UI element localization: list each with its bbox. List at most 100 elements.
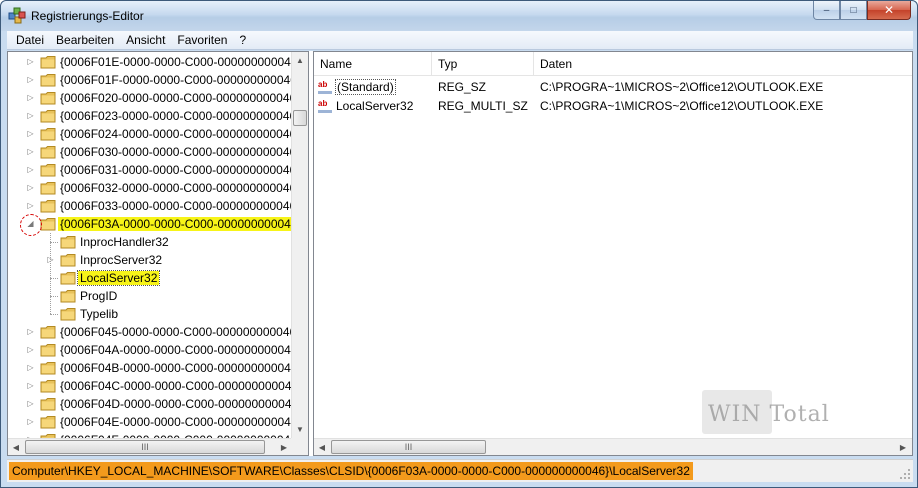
tree-vertical-scroll-thumb[interactable] — [293, 110, 307, 126]
folder-icon — [60, 271, 76, 285]
tree-node-label: {0006F04B-0000-0000-C000-000000000046} — [60, 361, 302, 375]
tree-node-label: {0006F04D-0000-0000-C000-000000000046} — [60, 397, 303, 411]
close-button[interactable]: ✕ — [867, 1, 911, 20]
tree-node-label: {0006F04E-0000-0000-C000-000000000046} — [60, 415, 302, 429]
tree-connector — [50, 296, 58, 297]
tree-node-label: {0006F04C-0000-0000-C000-000000000046} — [60, 379, 303, 393]
tree-node[interactable]: ▷ {0006F045-0000-0000-C000-000000000046} — [8, 323, 300, 341]
column-type[interactable]: Typ — [432, 52, 534, 76]
tree-node-label: {0006F024-0000-0000-C000-000000000046} — [60, 127, 301, 141]
expand-arrow-icon[interactable]: ▷ — [26, 183, 35, 193]
annotation-circle — [20, 214, 42, 236]
tree-node[interactable]: ▷ {0006F020-0000-0000-C000-000000000046} — [8, 89, 300, 107]
status-bar: Computer\HKEY_LOCAL_MACHINE\SOFTWARE\Cla… — [7, 459, 913, 482]
tree-node[interactable]: ▷ {0006F030-0000-0000-C000-000000000046} — [8, 143, 300, 161]
registry-editor-icon — [8, 7, 26, 25]
wintotal-watermark: WIN Total — [702, 390, 842, 434]
tree-vertical-scrollbar[interactable]: ▲ ▼ — [291, 52, 308, 438]
scroll-right-arrow-icon[interactable]: ▶ — [895, 439, 911, 455]
tree-node-label: {0006F030-0000-0000-C000-000000000046} — [60, 145, 301, 159]
tree-node[interactable]: ▷ {0006F04A-0000-0000-C000-000000000046} — [8, 341, 301, 359]
tree-node-label: {0006F033-0000-0000-C000-000000000046} — [60, 199, 301, 213]
expand-arrow-icon[interactable]: ▷ — [26, 399, 35, 409]
resize-grip-icon[interactable] — [899, 468, 911, 480]
expand-arrow-icon[interactable]: ▷ — [26, 165, 35, 175]
expand-arrow-icon[interactable]: ▷ — [26, 147, 35, 157]
expand-arrow-icon[interactable]: ▷ — [26, 363, 35, 373]
title-bar[interactable]: Registrierungs-Editor ‒ □ ✕ — [1, 1, 917, 31]
folder-icon — [40, 181, 56, 195]
tree-node-label: ProgID — [80, 289, 118, 303]
folder-icon — [60, 307, 76, 321]
menu-ansicht[interactable]: Ansicht — [120, 33, 171, 47]
window-title: Registrierungs-Editor — [31, 9, 144, 23]
tree-node[interactable]: ▷ {0006F023-0000-0000-C000-000000000046} — [8, 107, 300, 125]
expand-arrow-icon[interactable]: ▷ — [26, 129, 35, 139]
list-horizontal-scrollbar[interactable]: ◀ III ▶ — [314, 438, 912, 455]
tree-node[interactable]: ▷ {0006F01E-0000-0000-C000-000000000046} — [8, 53, 301, 71]
menu-datei[interactable]: Datei — [10, 33, 50, 47]
list-horizontal-scroll-thumb[interactable]: III — [331, 440, 486, 454]
expand-arrow-icon[interactable]: ▷ — [26, 57, 35, 67]
value-row[interactable]: ab (Standard) REG_SZ C:\PROGRA~1\MICROS~… — [314, 78, 912, 97]
tree-node[interactable]: ▷ {0006F04E-0000-0000-C000-000000000046} — [8, 413, 301, 431]
scrollbar-corner — [291, 438, 308, 455]
expand-arrow-icon[interactable]: ▷ — [26, 345, 35, 355]
tree-node-label: {0006F020-0000-0000-C000-000000000046} — [60, 91, 301, 105]
tree-node-label: {0006F023-0000-0000-C000-000000000046} — [60, 109, 301, 123]
key-tree-pane[interactable]: ▷ {0006F01E-0000-0000-C000-000000000046} ▷… — [7, 51, 309, 456]
folder-icon — [40, 397, 56, 411]
tree-horizontal-scrollbar[interactable]: ◀ III ▶ — [8, 438, 293, 455]
tree-node[interactable]: ▷ {0006F033-0000-0000-C000-000000000046} — [8, 197, 300, 215]
scroll-left-arrow-icon[interactable]: ◀ — [8, 439, 24, 455]
folder-icon — [60, 253, 76, 267]
tree-node-label: Typelib — [80, 307, 119, 321]
tree-node-label: {0006F04A-0000-0000-C000-000000000046} — [60, 343, 302, 357]
folder-icon — [40, 127, 56, 141]
minimize-button[interactable]: ‒ — [813, 1, 840, 20]
maximize-button[interactable]: □ — [840, 1, 867, 20]
expand-arrow-icon[interactable]: ▷ — [26, 417, 35, 427]
tree-node[interactable]: ◢ {0006F03A-0000-0000-C000-000000000046} — [8, 215, 304, 233]
folder-icon — [40, 217, 56, 231]
tree-node-label: {0006F045-0000-0000-C000-000000000046} — [60, 325, 301, 339]
scroll-left-arrow-icon[interactable]: ◀ — [314, 439, 330, 455]
watermark-text: WIN Total — [708, 402, 830, 427]
folder-icon — [40, 91, 56, 105]
expand-arrow-icon[interactable]: ▷ — [26, 201, 35, 211]
tree-node[interactable]: ▷ {0006F04B-0000-0000-C000-000000000046} — [8, 359, 301, 377]
scroll-up-arrow-icon[interactable]: ▲ — [292, 52, 308, 69]
scroll-down-arrow-icon[interactable]: ▼ — [292, 421, 308, 438]
tree-node[interactable]: ▷ {0006F031-0000-0000-C000-000000000046} — [8, 161, 300, 179]
menu-help[interactable]: ? — [233, 33, 252, 47]
tree-node[interactable]: ▷ {0006F032-0000-0000-C000-000000000046} — [8, 179, 300, 197]
tree-connector — [50, 242, 58, 243]
scroll-right-arrow-icon[interactable]: ▶ — [276, 439, 292, 455]
reg-string-icon: ab — [318, 80, 332, 94]
expand-arrow-icon[interactable]: ▷ — [26, 93, 35, 103]
menu-bearbeiten[interactable]: Bearbeiten — [50, 33, 120, 47]
column-data[interactable]: Daten — [534, 52, 912, 76]
expand-arrow-icon[interactable]: ▷ — [26, 381, 35, 391]
expand-arrow-icon[interactable]: ▷ — [26, 327, 35, 337]
expand-arrow-icon[interactable]: ▷ — [26, 111, 35, 121]
tree-horizontal-scroll-thumb[interactable]: III — [25, 440, 265, 454]
folder-icon — [40, 415, 56, 429]
tree-node-label: {0006F031-0000-0000-C000-000000000046} — [60, 163, 301, 177]
value-row[interactable]: ab LocalServer32 REG_MULTI_SZ C:\PROGRA~… — [314, 97, 912, 116]
folder-icon — [40, 145, 56, 159]
folder-icon — [40, 109, 56, 123]
tree-node-label: {0006F03A-0000-0000-C000-000000000046} — [58, 217, 304, 231]
folder-icon — [40, 343, 56, 357]
folder-icon — [40, 55, 56, 69]
folder-icon — [60, 235, 76, 249]
tree-node-label: InprocServer32 — [80, 253, 163, 267]
column-name[interactable]: Name — [314, 52, 432, 76]
tree-node[interactable]: ▷ {0006F04D-0000-0000-C000-000000000046} — [8, 395, 302, 413]
menu-favoriten[interactable]: Favoriten — [171, 33, 233, 47]
tree-node[interactable]: ▷ {0006F024-0000-0000-C000-000000000046} — [8, 125, 300, 143]
tree-node[interactable]: ▷ {0006F04C-0000-0000-C000-000000000046} — [8, 377, 302, 395]
value-list-pane[interactable]: Name Typ Daten ab (Standard) REG_SZ C:\P… — [313, 51, 913, 456]
expand-arrow-icon[interactable]: ▷ — [26, 75, 35, 85]
tree-node[interactable]: ▷ {0006F01F-0000-0000-C000-000000000046} — [8, 71, 300, 89]
